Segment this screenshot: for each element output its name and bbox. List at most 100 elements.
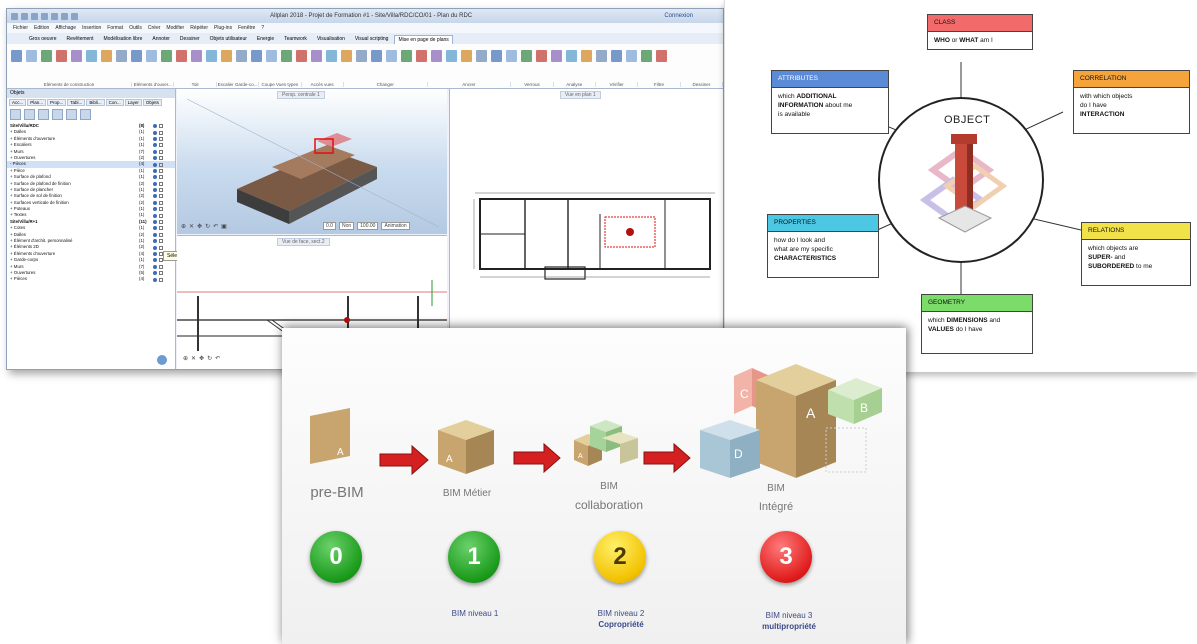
menu-affichage[interactable]: Affichage bbox=[55, 25, 76, 31]
ribbon-tool-icon[interactable] bbox=[611, 50, 622, 62]
visibility-icon[interactable] bbox=[153, 168, 157, 173]
ribbon-tool-icon[interactable] bbox=[491, 50, 502, 62]
visibility-icon[interactable] bbox=[153, 149, 157, 154]
ribbon-tool-icon[interactable] bbox=[536, 50, 547, 62]
checkbox-icon[interactable] bbox=[159, 207, 163, 212]
ribbon-tool-icon[interactable] bbox=[386, 50, 397, 62]
visibility-icon[interactable] bbox=[38, 109, 49, 120]
visibility-icon[interactable] bbox=[153, 124, 157, 129]
open-icon[interactable] bbox=[31, 12, 38, 20]
checkbox-icon[interactable] bbox=[159, 175, 163, 180]
visibility-icon[interactable] bbox=[153, 200, 157, 205]
visibility-icon[interactable] bbox=[153, 232, 157, 237]
checkbox-icon[interactable] bbox=[159, 149, 163, 154]
menu-modifier[interactable]: Modifier bbox=[166, 25, 184, 31]
ribbon-tool-icon[interactable] bbox=[626, 50, 637, 62]
visibility-icon[interactable] bbox=[153, 143, 157, 148]
tab-energie[interactable]: Energie bbox=[253, 34, 278, 44]
ribbon-tool-icon[interactable] bbox=[566, 50, 577, 62]
ribbon-tool-icon[interactable] bbox=[371, 50, 382, 62]
zoom-icon[interactable]: ⊕ bbox=[181, 223, 186, 230]
checkbox-icon[interactable] bbox=[159, 264, 163, 269]
panel-tab[interactable]: Plan... bbox=[27, 99, 47, 106]
ribbon-tool-icon[interactable] bbox=[161, 50, 172, 62]
undo-view-icon[interactable]: ↶ bbox=[215, 355, 220, 362]
rotate-icon[interactable]: ↻ bbox=[207, 355, 212, 362]
checkbox-icon[interactable] bbox=[159, 136, 163, 141]
panel-tab[interactable]: Prop... bbox=[47, 99, 67, 106]
menu-fenetre[interactable]: Fenêtre bbox=[238, 25, 255, 31]
ribbon-tool-icon[interactable] bbox=[11, 50, 22, 62]
ribbon-tool-icon[interactable] bbox=[281, 50, 292, 62]
checkbox-icon[interactable] bbox=[159, 220, 163, 225]
checkbox-icon[interactable] bbox=[159, 245, 163, 250]
checkbox-icon[interactable] bbox=[159, 124, 163, 129]
ribbon-tool-icon[interactable] bbox=[476, 50, 487, 62]
visibility-icon[interactable] bbox=[153, 188, 157, 193]
ribbon-tool-icon[interactable] bbox=[431, 50, 442, 62]
filter-icon[interactable] bbox=[10, 109, 21, 120]
tab-revetement[interactable]: Revêtement bbox=[63, 34, 98, 44]
checkbox-icon[interactable] bbox=[159, 194, 163, 199]
menu-format[interactable]: Format bbox=[107, 25, 123, 31]
checkbox-icon[interactable] bbox=[159, 168, 163, 173]
checkbox-icon[interactable] bbox=[159, 239, 163, 244]
select-icon[interactable] bbox=[66, 109, 77, 120]
tab-mise-en-page[interactable]: Mise en page de plans bbox=[394, 35, 453, 44]
tab-objets-utilisateur[interactable]: Objets utilisateur bbox=[206, 34, 251, 44]
ribbon-tool-icon[interactable] bbox=[551, 50, 562, 62]
close-view-icon[interactable]: ✕ bbox=[189, 223, 194, 230]
save-icon[interactable] bbox=[41, 12, 48, 20]
ribbon-tool-icon[interactable] bbox=[356, 50, 367, 62]
print-icon[interactable] bbox=[71, 12, 78, 20]
structure-icon[interactable] bbox=[24, 109, 35, 120]
ribbon-tool-icon[interactable] bbox=[26, 50, 37, 62]
ribbon-tool-icon[interactable] bbox=[506, 50, 517, 62]
checkbox-icon[interactable] bbox=[159, 226, 163, 231]
new-icon[interactable] bbox=[21, 12, 28, 20]
lock-icon[interactable] bbox=[52, 109, 63, 120]
checkbox-icon[interactable] bbox=[159, 156, 163, 161]
ribbon-tool-icon[interactable] bbox=[581, 50, 592, 62]
angle-field[interactable]: 0.0 bbox=[323, 222, 336, 230]
ribbon-tool-icon[interactable] bbox=[446, 50, 457, 62]
ribbon-tool-icon[interactable] bbox=[266, 50, 277, 62]
ribbon-tool-icon[interactable] bbox=[401, 50, 412, 62]
menu-repeter[interactable]: Répéter bbox=[190, 25, 208, 31]
visibility-icon[interactable] bbox=[153, 258, 157, 263]
ribbon-tool-icon[interactable] bbox=[71, 50, 82, 62]
visibility-icon[interactable] bbox=[153, 136, 157, 141]
ribbon-tool-icon[interactable] bbox=[641, 50, 652, 62]
menu-creer[interactable]: Créer bbox=[148, 25, 161, 31]
visibility-icon[interactable] bbox=[153, 130, 157, 135]
ribbon-tool-icon[interactable] bbox=[341, 50, 352, 62]
menu-edition[interactable]: Edition bbox=[34, 25, 49, 31]
rotate-icon[interactable]: ↻ bbox=[205, 223, 210, 230]
zoom-icon[interactable]: ⊕ bbox=[183, 355, 188, 362]
ribbon-tool-icon[interactable] bbox=[86, 50, 97, 62]
visibility-icon[interactable] bbox=[153, 207, 157, 212]
checkbox-icon[interactable] bbox=[159, 162, 163, 167]
settings-icon[interactable] bbox=[80, 109, 91, 120]
close-view-icon[interactable]: ✕ bbox=[191, 355, 196, 362]
tab-annoter[interactable]: Annoter bbox=[148, 34, 174, 44]
visibility-icon[interactable] bbox=[153, 226, 157, 231]
visibility-icon[interactable] bbox=[153, 175, 157, 180]
visibility-icon[interactable] bbox=[153, 213, 157, 218]
checkbox-icon[interactable] bbox=[159, 130, 163, 135]
panel-tab[interactable]: Bibli... bbox=[86, 99, 105, 106]
ribbon-tool-icon[interactable] bbox=[221, 50, 232, 62]
app-icon[interactable] bbox=[11, 12, 18, 20]
visibility-icon[interactable] bbox=[153, 181, 157, 186]
ribbon-tool-icon[interactable] bbox=[326, 50, 337, 62]
visibility-icon[interactable] bbox=[153, 220, 157, 225]
ribbon-tool-icon[interactable] bbox=[236, 50, 247, 62]
ribbon-tool-icon[interactable] bbox=[521, 50, 532, 62]
undo-view-icon[interactable]: ↶ bbox=[213, 223, 218, 230]
ribbon-tool-icon[interactable] bbox=[311, 50, 322, 62]
tab-visual-scripting[interactable]: Visual scripting bbox=[351, 34, 393, 44]
ribbon-tool-icon[interactable] bbox=[176, 50, 187, 62]
panel-tab[interactable]: Objets bbox=[142, 99, 162, 106]
menu-fichier[interactable]: Fichier bbox=[13, 25, 28, 31]
tab-teamwork[interactable]: Teamwork bbox=[280, 34, 311, 44]
